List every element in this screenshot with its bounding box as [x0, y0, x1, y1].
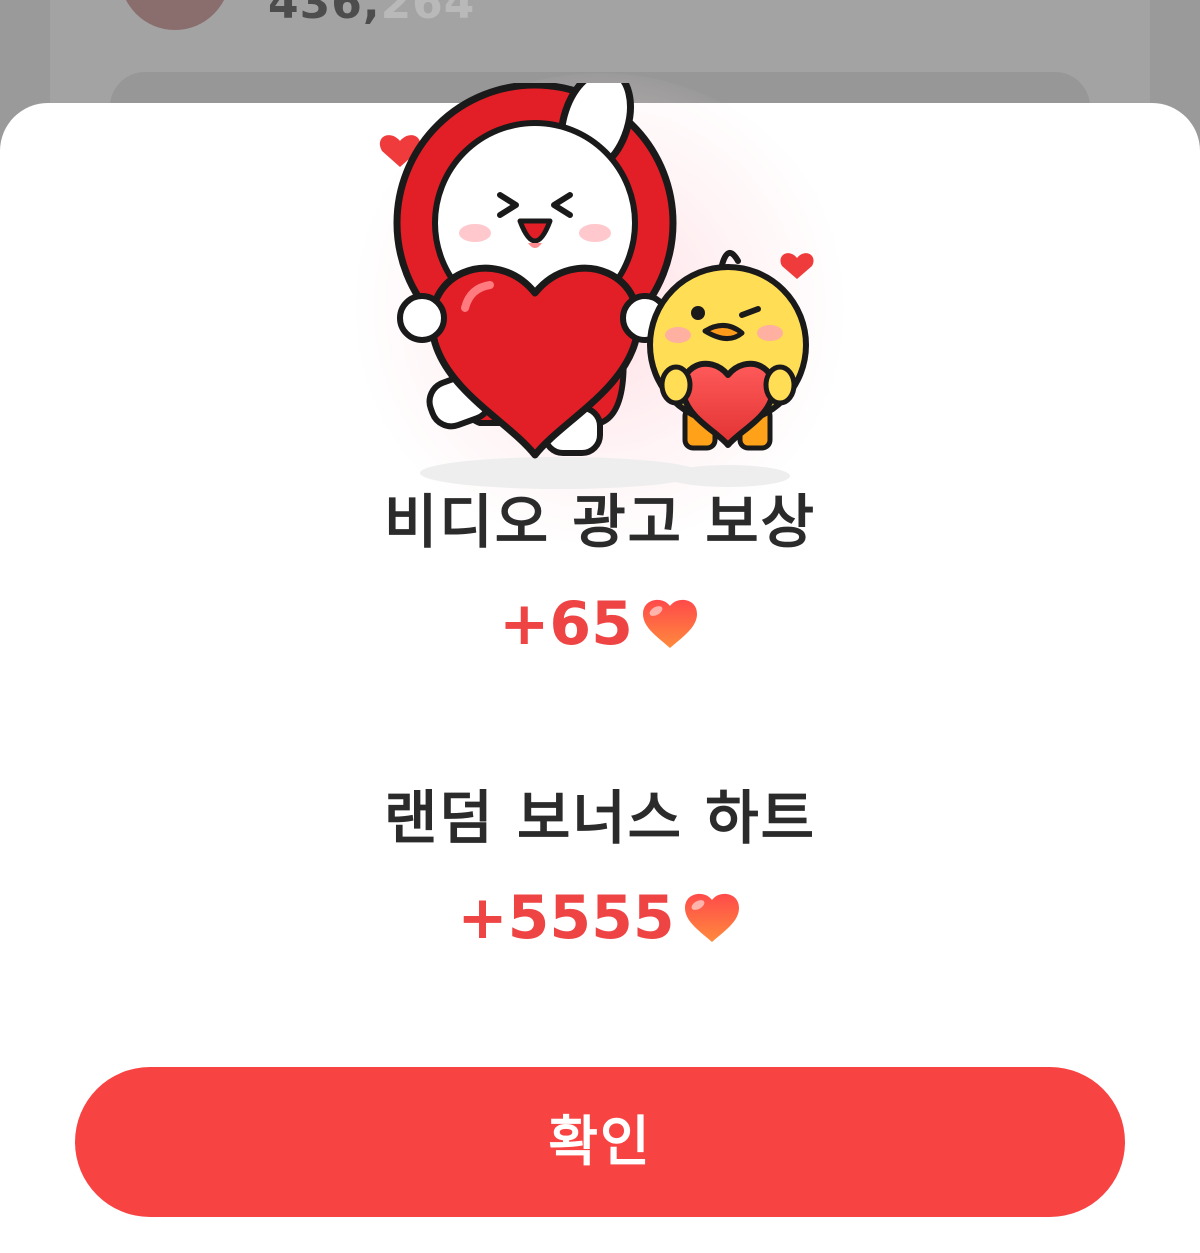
heart-counter: 436,264 — [268, 0, 475, 29]
reward-title-video-ad: 비디오 광고 보상 — [384, 488, 816, 556]
confirm-button[interactable]: 확인 — [75, 1067, 1125, 1217]
reward-popup: 비디오 광고 보상 +65 랜덤 보너스 하트 +5555 확인 — [0, 73, 1200, 1253]
reward-amount-video-ad-value: +65 — [499, 589, 633, 659]
heart-icon — [681, 888, 743, 959]
reward-title-random-bonus: 랜덤 보너스 하트 — [384, 784, 816, 852]
rabbit-chick-illustration — [379, 83, 814, 489]
reward-amount-random-bonus-value: +5555 — [457, 883, 675, 953]
big-heart-icon — [428, 264, 642, 459]
reward-amount-random-bonus: +5555 — [0, 883, 1200, 959]
heart-icon — [639, 594, 701, 665]
floating-heart-icon — [780, 253, 814, 279]
heart-counter-value: 436, — [268, 0, 381, 29]
reward-amount-video-ad: +65 — [0, 589, 1200, 665]
heart-counter-value-faded: 264 — [380, 0, 476, 29]
